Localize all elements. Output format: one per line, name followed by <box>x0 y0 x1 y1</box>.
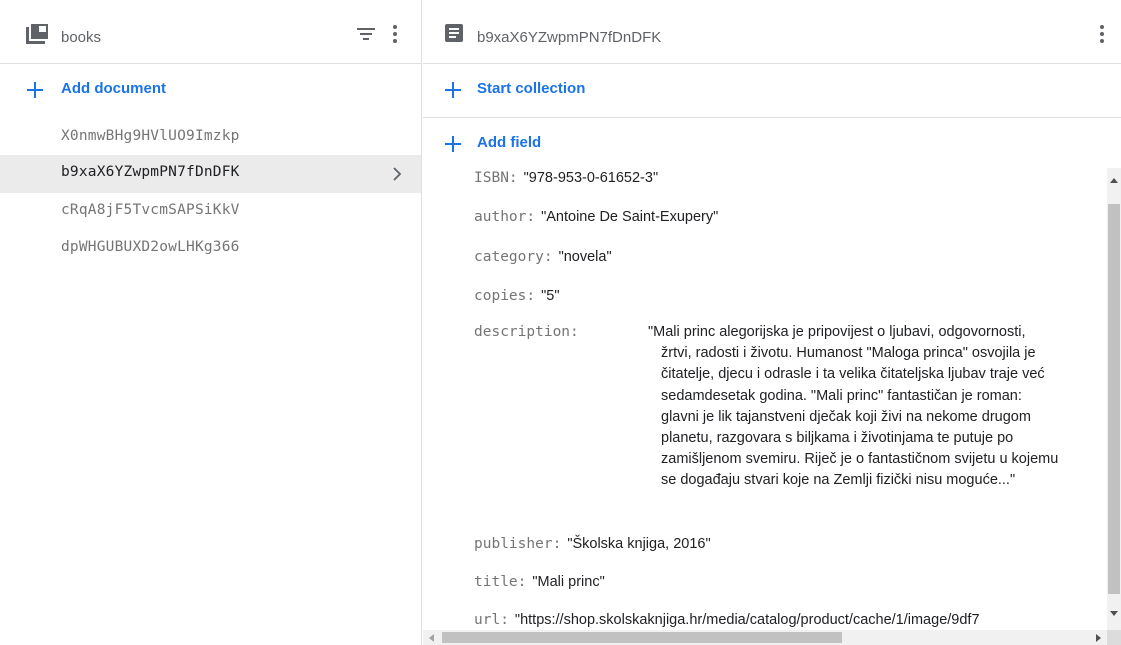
field-value: "Mali princ" <box>532 574 605 590</box>
field-copies[interactable]: copies: "5" <box>474 286 559 307</box>
add-field-button[interactable]: Add field <box>423 126 1121 160</box>
document-list-item[interactable]: dpWHGUBUXD2owLHKg366 <box>0 230 421 268</box>
horizontal-scrollbar[interactable] <box>423 630 1107 645</box>
field-key: publisher: <box>474 536 562 552</box>
fields-list: ISBN: "978-953-0-61652-3" author: "Antoine… <box>423 164 1107 630</box>
plus-icon <box>445 82 461 98</box>
description-line: planetu, razgovara s biljkama i životinj… <box>661 430 1014 447</box>
filter-icon[interactable] <box>357 27 375 41</box>
document-list-item[interactable]: X0nmwBHg9HVlUO9Imzkp <box>0 119 421 157</box>
field-url[interactable]: url: "https://shop.skolskaknjiga.hr/media… <box>474 610 980 630</box>
scroll-left-icon[interactable] <box>429 634 434 642</box>
description-line: se događaju stvari koje na Zemlji fizičk… <box>661 472 1016 489</box>
scrollbar-thumb[interactable] <box>442 632 842 643</box>
field-key: copies: <box>474 288 536 304</box>
field-value: "https://shop.skolskaknjiga.hr/media/cat… <box>514 612 980 628</box>
description-line: čitatelje, djecu i odrasle i ta velika č… <box>661 366 1045 383</box>
field-description[interactable]: description: "Mali princ alegorijska je … <box>474 322 1107 512</box>
field-value: "Antoine De Saint-Exupery" <box>541 209 719 225</box>
add-document-label: Add document <box>61 80 166 97</box>
start-collection-label: Start collection <box>477 80 586 97</box>
document-more-icon[interactable] <box>1100 25 1104 43</box>
plus-icon <box>27 82 43 98</box>
document-id: X0nmwBHg9HVlUO9Imzkp <box>61 128 240 144</box>
collection-more-icon[interactable] <box>393 25 397 43</box>
field-key: author: <box>474 209 536 225</box>
field-author[interactable]: author: "Antoine De Saint-Exupery" <box>474 207 718 228</box>
scrollbar-thumb[interactable] <box>1108 204 1120 594</box>
divider <box>423 117 1121 118</box>
add-document-button[interactable]: Add document <box>0 64 421 116</box>
field-key: category: <box>474 249 553 265</box>
description-line: "Mali princ alegorijska je pripovijest o… <box>648 324 1026 340</box>
description-value: "Mali princ alegorijska je pripovijest o… <box>648 322 1107 492</box>
field-key: description: <box>474 324 579 340</box>
scrollbar-corner <box>1107 630 1121 645</box>
description-line: žrtvi, radosti i životu. Humanost "Malog… <box>661 345 1036 362</box>
document-header: b9xaX6YZwpmPN7fDnDFK <box>423 0 1121 64</box>
field-value: "5" <box>541 288 560 304</box>
field-value: "novela" <box>558 249 612 265</box>
description-line: glavni je lik tajanstveni dječak koji ži… <box>661 408 1031 425</box>
field-publisher[interactable]: publisher: "Školska knjiga, 2016" <box>474 534 711 555</box>
document-id: dpWHGUBUXD2owLHKg366 <box>61 239 240 255</box>
add-field-label: Add field <box>477 134 542 151</box>
scroll-down-icon[interactable] <box>1110 611 1118 616</box>
field-key: url: <box>474 612 509 628</box>
document-panel: b9xaX6YZwpmPN7fDnDFK Start collection Ad… <box>423 0 1121 645</box>
document-id: cRqA8jF5TvcmSAPSiKkV <box>61 202 240 218</box>
vertical-scrollbar[interactable] <box>1107 168 1121 630</box>
description-line: zamišljenom svemiru. Riječ je o fantasti… <box>661 451 1059 468</box>
document-id: b9xaX6YZwpmPN7fDnDFK <box>61 164 240 180</box>
collection-panel: books Add document X0nmwBHg9HVlUO9Imzkp … <box>0 0 422 645</box>
field-isbn[interactable]: ISBN: "978-953-0-61652-3" <box>474 168 658 189</box>
field-value: "978-953-0-61652-3" <box>523 170 659 186</box>
field-key: ISBN: <box>474 170 518 186</box>
scroll-up-icon[interactable] <box>1110 178 1118 183</box>
collection-icon <box>26 24 48 44</box>
field-value: "Školska knjiga, 2016" <box>567 536 711 552</box>
description-line: sedamdesetak godina. "Mali princ" fantas… <box>661 387 1022 404</box>
field-category[interactable]: category: "novela" <box>474 247 612 268</box>
document-list-item[interactable]: cRqA8jF5TvcmSAPSiKkV <box>0 193 421 231</box>
field-title[interactable]: title: "Mali princ" <box>474 572 605 593</box>
scroll-right-icon[interactable] <box>1096 634 1101 642</box>
document-list-item-selected[interactable]: b9xaX6YZwpmPN7fDnDFK <box>0 155 421 193</box>
plus-icon <box>445 136 461 152</box>
start-collection-button[interactable]: Start collection <box>423 64 1121 116</box>
document-icon <box>445 24 463 42</box>
field-key: title: <box>474 574 527 590</box>
document-title: b9xaX6YZwpmPN7fDnDFK <box>477 29 662 46</box>
collection-title: books <box>61 29 102 46</box>
chevron-right-icon <box>393 167 402 181</box>
collection-header: books <box>0 0 421 64</box>
